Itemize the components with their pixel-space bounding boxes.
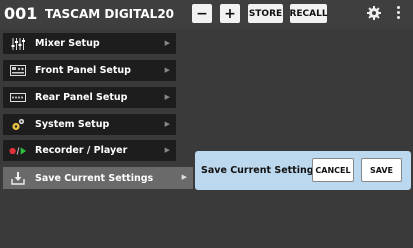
menu-item-recorder-player[interactable]: Recorder / Player ▶ bbox=[3, 140, 176, 161]
chevron-right-icon: ▶ bbox=[164, 93, 170, 101]
rear-panel-icon bbox=[9, 91, 27, 105]
dialog-message: Save Current Settings? bbox=[201, 165, 325, 176]
front-panel-icon bbox=[9, 64, 27, 78]
chevron-right-icon: ▶ bbox=[181, 173, 187, 181]
scene-number: 001 bbox=[4, 4, 38, 23]
menu-item-rear-panel-setup[interactable]: Rear Panel Setup ▶ bbox=[3, 87, 176, 108]
system-gear-icon bbox=[9, 118, 27, 132]
scene-plus-button[interactable]: + bbox=[220, 4, 240, 23]
record-play-icon bbox=[9, 144, 27, 158]
gear-icon[interactable] bbox=[366, 5, 382, 21]
mixer-faders-icon bbox=[9, 37, 27, 51]
more-vertical-icon[interactable] bbox=[395, 6, 401, 22]
menu-item-save-current-settings[interactable]: Save Current Settings ▶ bbox=[3, 167, 193, 189]
menu-item-label: System Setup bbox=[35, 119, 110, 130]
menu-item-mixer-setup[interactable]: Mixer Setup ▶ bbox=[3, 33, 176, 54]
menu-item-front-panel-setup[interactable]: Front Panel Setup ▶ bbox=[3, 60, 176, 81]
menu-item-label: Recorder / Player bbox=[35, 145, 128, 156]
store-button[interactable]: STORE bbox=[248, 4, 283, 23]
chevron-right-icon: ▶ bbox=[164, 120, 170, 128]
menu-item-label: Save Current Settings bbox=[35, 172, 154, 184]
menu-item-label: Front Panel Setup bbox=[35, 65, 131, 76]
menu-item-label: Mixer Setup bbox=[35, 38, 100, 49]
save-button[interactable]: SAVE bbox=[361, 158, 402, 182]
chevron-right-icon: ▶ bbox=[164, 39, 170, 47]
save-download-icon bbox=[9, 171, 27, 185]
scene-minus-button[interactable]: − bbox=[192, 4, 212, 23]
save-confirm-dialog: Save Current Settings? CANCEL SAVE bbox=[195, 151, 411, 190]
chevron-right-icon: ▶ bbox=[164, 146, 170, 154]
title-bar: 001 TASCAM DIGITAL20 − + STORE RECALL bbox=[0, 0, 413, 29]
cancel-button[interactable]: CANCEL bbox=[312, 158, 354, 182]
menu-item-label: Rear Panel Setup bbox=[35, 92, 128, 103]
recall-button[interactable]: RECALL bbox=[289, 4, 328, 23]
scene-name: TASCAM DIGITAL20 bbox=[45, 7, 175, 21]
menu-item-system-setup[interactable]: System Setup ▶ bbox=[3, 114, 176, 135]
chevron-right-icon: ▶ bbox=[164, 66, 170, 74]
